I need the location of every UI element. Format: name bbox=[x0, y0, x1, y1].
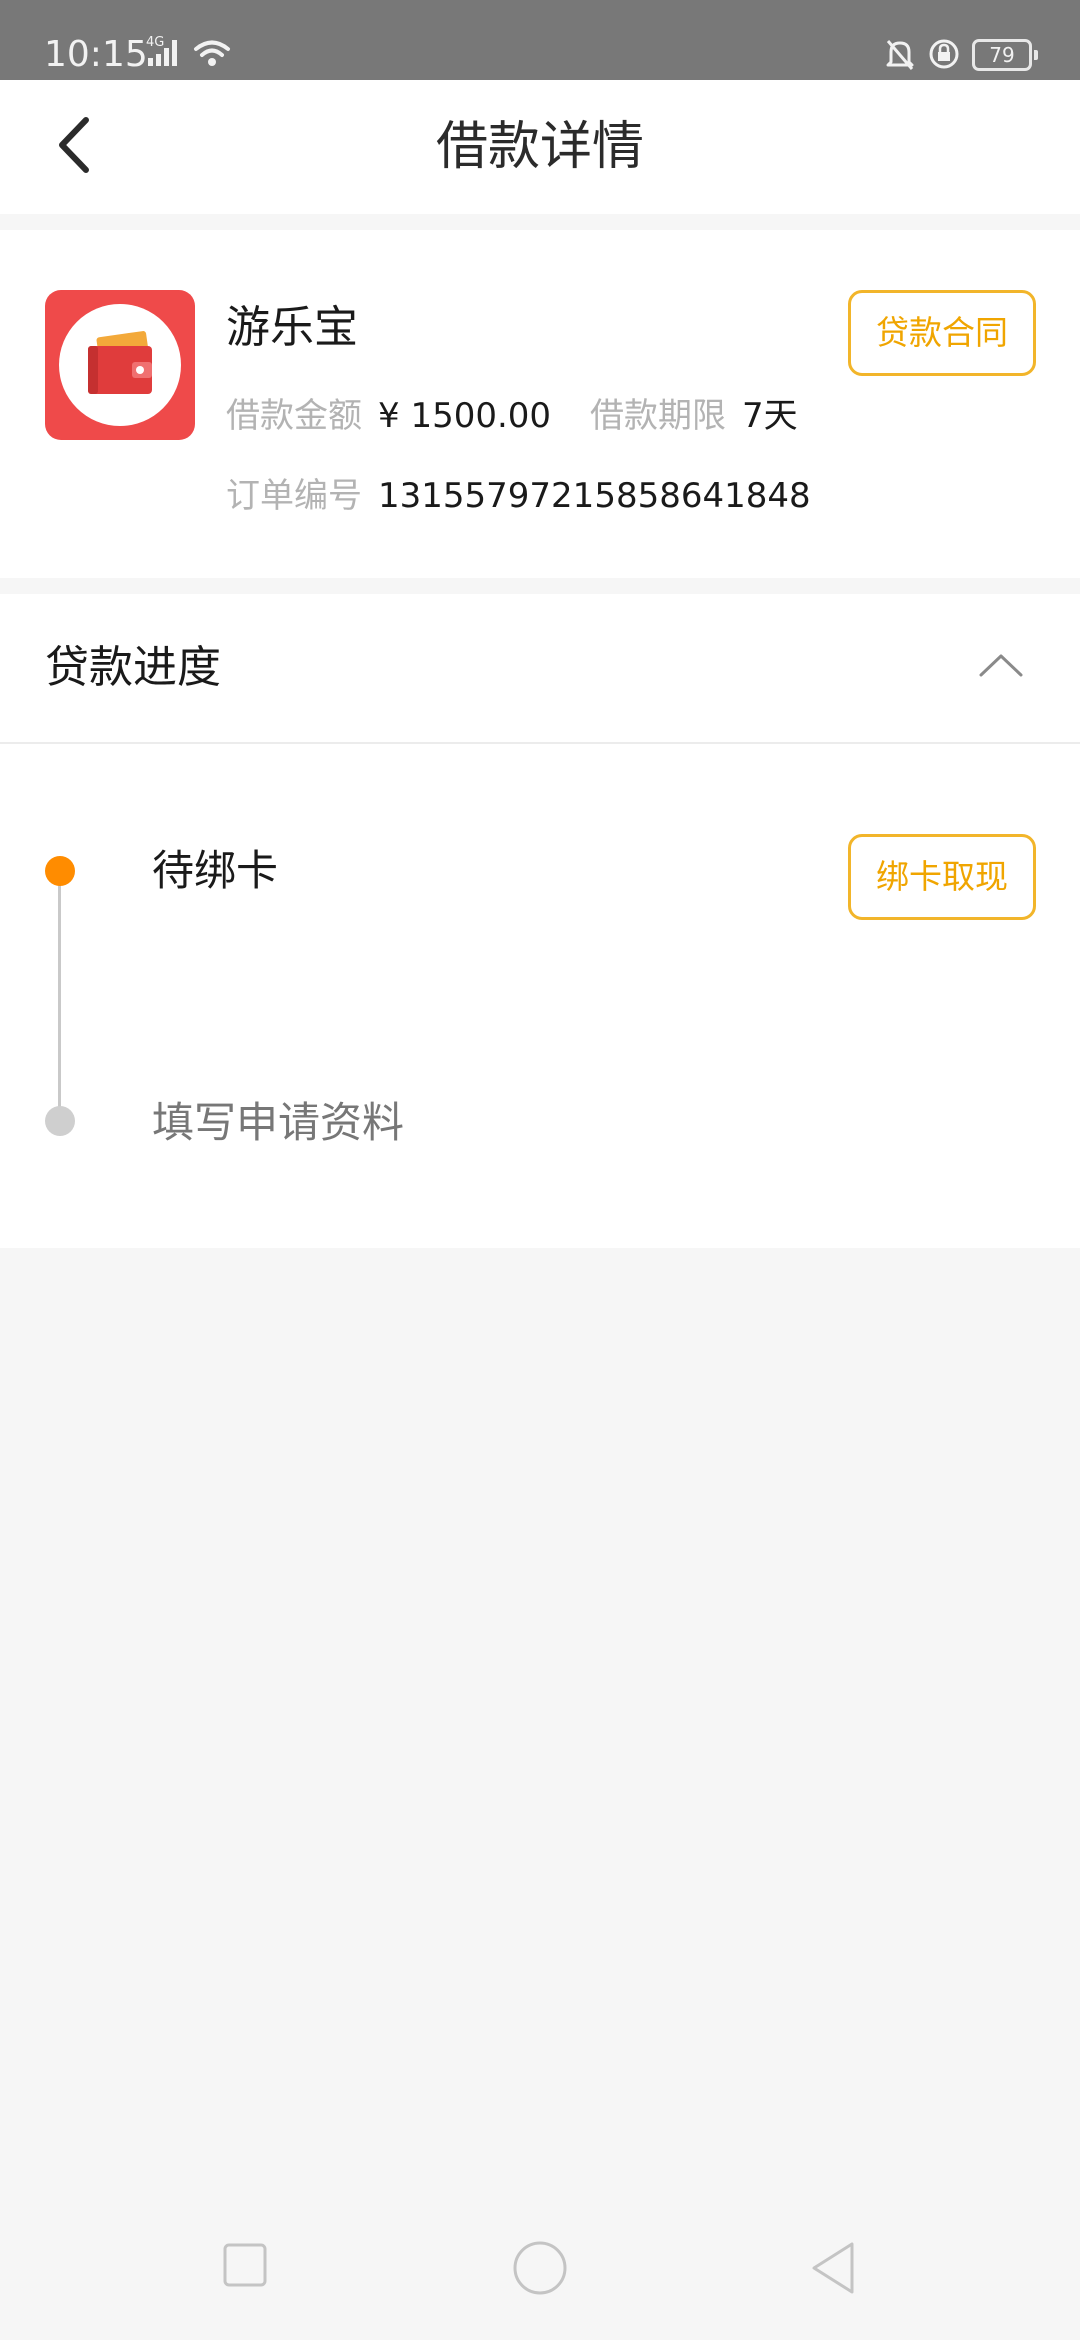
chevron-up-icon[interactable] bbox=[976, 650, 1026, 680]
step-label-current: 待绑卡 bbox=[152, 846, 279, 895]
wifi-icon bbox=[194, 40, 230, 66]
loan-summary-card: 游乐宝 借款金额 ¥ 1500.00 借款期限 7天 订单编号 13155797… bbox=[0, 230, 1080, 578]
home-button[interactable] bbox=[512, 2240, 568, 2296]
system-nav-bar bbox=[0, 2220, 1080, 2320]
wallet-icon bbox=[88, 331, 152, 394]
order-number-label: 订单编号 bbox=[226, 476, 362, 516]
loan-contract-button[interactable]: 贷款合同 bbox=[848, 290, 1036, 376]
system-back-button[interactable] bbox=[808, 2240, 858, 2296]
term-label: 借款期限 bbox=[590, 396, 726, 436]
timeline-line bbox=[58, 870, 61, 1114]
top-bar: 借款详情 bbox=[0, 80, 1080, 214]
term-value: 7天 bbox=[742, 396, 798, 436]
step-label-done: 填写申请资料 bbox=[152, 1098, 405, 1147]
app-logo bbox=[45, 290, 195, 440]
loan-progress-header[interactable]: 贷款进度 bbox=[0, 594, 1080, 742]
rotation-lock-icon bbox=[929, 39, 959, 69]
status-time: 10:15 bbox=[44, 34, 148, 75]
timeline-dot-done bbox=[45, 1106, 75, 1136]
recent-apps-button[interactable] bbox=[222, 2242, 268, 2288]
battery-icon: 79 bbox=[972, 39, 1038, 71]
status-bar: 10:15 4G 79 bbox=[0, 0, 1080, 80]
timeline-dot-current bbox=[45, 856, 75, 886]
battery-level: 79 bbox=[989, 43, 1015, 67]
amount-value: ¥ 1500.00 bbox=[378, 396, 552, 436]
loan-progress-timeline: 待绑卡 绑卡取现 填写申请资料 bbox=[0, 744, 1080, 1248]
order-number-value: 1315579721585864184‌8 bbox=[378, 476, 811, 516]
bind-card-withdraw-button[interactable]: 绑卡取现 bbox=[848, 834, 1036, 920]
loan-progress-title: 贷款进度 bbox=[45, 642, 221, 693]
muted-bell-icon bbox=[886, 40, 914, 70]
page-title: 借款详情 bbox=[435, 117, 644, 177]
lender-name: 游乐宝 bbox=[226, 302, 358, 353]
cellular-signal-icon bbox=[148, 40, 177, 66]
amount-label: 借款金额 bbox=[226, 396, 362, 436]
